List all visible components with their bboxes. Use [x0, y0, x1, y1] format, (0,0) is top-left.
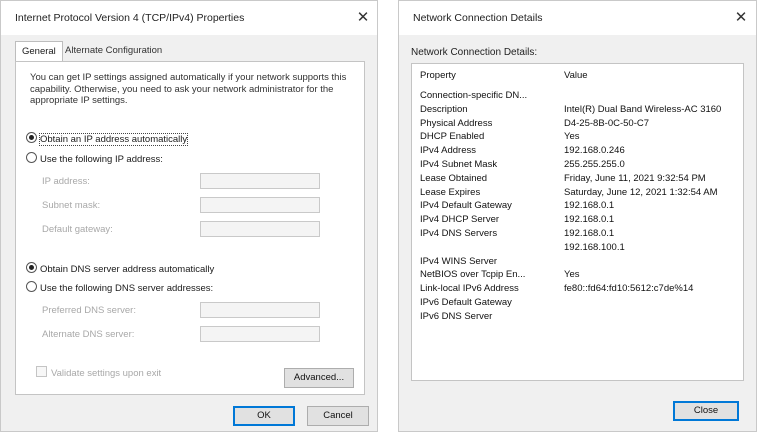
ipv4-properties-dialog: Internet Protocol Version 4 (TCP/IPv4) P… — [0, 0, 378, 432]
use-following-dns-radio[interactable]: Use the following DNS server addresses: — [26, 281, 213, 295]
property-cell: IPv4 Address — [420, 145, 476, 157]
radio-selected-icon — [26, 262, 37, 273]
property-cell: IPv4 Subnet Mask — [420, 159, 498, 170]
radio-label: Use the following DNS server addresses: — [40, 283, 214, 294]
property-cell: Description — [420, 103, 468, 115]
description-text: You can get IP settings assigned automat… — [30, 72, 347, 106]
obtain-ip-automatically-radio[interactable]: Obtain an IP address automatically — [26, 132, 189, 146]
value-column-header: Value — [564, 70, 588, 81]
property-cell: IPv6 DNS Server — [420, 310, 493, 322]
tab-general[interactable]: General — [15, 41, 63, 62]
radio-empty-icon — [26, 152, 37, 163]
alternate-dns-label: Alternate DNS server: — [42, 329, 135, 340]
close-button[interactable]: Close — [673, 401, 739, 421]
value-cell: 192.168.0.246 — [564, 145, 625, 157]
validate-settings-checkbox[interactable]: Validate settings upon exit — [36, 366, 161, 379]
title-bar: Internet Protocol Version 4 (TCP/IPv4) P… — [1, 1, 377, 35]
obtain-dns-automatically-radio[interactable]: Obtain DNS server address automatically — [26, 262, 214, 276]
advanced-button[interactable]: Advanced... — [284, 368, 354, 388]
property-cell: IPv4 Default Gateway — [420, 200, 512, 212]
network-connection-details-dialog: Network Connection Details ✕ Network Con… — [398, 0, 757, 432]
close-icon[interactable]: ✕ — [351, 7, 375, 29]
value-cell: 192.168.0.1 — [564, 200, 615, 212]
preferred-dns-label: Preferred DNS server: — [42, 305, 136, 316]
preferred-dns-field[interactable] — [200, 302, 320, 318]
property-cell: Link-local IPv6 Address — [420, 283, 519, 295]
use-following-ip-radio[interactable]: Use the following IP address: — [26, 152, 163, 166]
cancel-button[interactable]: Cancel — [307, 406, 369, 426]
general-tab-panel: You can get IP settings assigned automat… — [15, 61, 365, 395]
radio-selected-icon — [26, 132, 37, 143]
dialog-title: Network Connection Details — [413, 12, 543, 24]
dialog-title: Internet Protocol Version 4 (TCP/IPv4) P… — [15, 12, 245, 24]
property-cell: IPv4 WINS Server — [420, 255, 498, 267]
value-cell: Intel(R) Dual Band Wireless-AC 3160 — [564, 103, 722, 115]
property-cell: Physical Address — [420, 117, 493, 129]
property-cell: Connection-specific DN... — [420, 90, 528, 101]
ok-button[interactable]: OK — [233, 406, 295, 426]
default-gateway-label: Default gateway: — [42, 224, 113, 235]
ip-address-label: IP address: — [42, 176, 90, 187]
subnet-mask-label: Subnet mask: — [42, 200, 101, 211]
tab-alternate-configuration[interactable]: Alternate Configuration — [59, 41, 168, 61]
value-cell: fe80::fd64:fd10:5612:c7de%14 — [564, 283, 694, 295]
value-cell: 192.168.0.1 — [564, 214, 615, 226]
details-list[interactable]: Property Value Connection-specific DN...… — [411, 63, 744, 381]
value-cell: Yes — [564, 269, 580, 281]
subnet-mask-field[interactable] — [200, 197, 320, 213]
value-cell: Yes — [564, 131, 580, 143]
checkbox-icon — [36, 366, 47, 377]
property-cell: IPv4 DHCP Server — [420, 214, 500, 226]
ip-address-field[interactable] — [200, 173, 320, 189]
property-cell: IPv4 DNS Servers — [420, 228, 498, 239]
value-cell: 192.168.100.1 — [564, 241, 625, 253]
radio-label: Obtain an IP address automatically — [38, 133, 189, 146]
property-cell: IPv6 Default Gateway — [420, 297, 512, 308]
details-group-title: Network Connection Details: — [411, 47, 538, 58]
radio-empty-icon — [26, 281, 37, 292]
property-cell: NetBIOS over Tcpip En... — [420, 269, 526, 281]
property-cell: Lease Expires — [420, 186, 481, 198]
title-bar: Network Connection Details ✕ — [399, 1, 756, 35]
radio-label: Use the following IP address: — [40, 154, 163, 165]
close-icon[interactable]: ✕ — [729, 7, 753, 29]
property-column-header: Property — [420, 70, 456, 81]
default-gateway-field[interactable] — [200, 221, 320, 237]
radio-label: Obtain DNS server address automatically — [40, 264, 215, 275]
property-cell: DHCP Enabled — [420, 131, 485, 143]
value-cell: Saturday, June 12, 2021 1:32:54 AM — [564, 186, 718, 198]
value-cell: 192.168.0.1 — [564, 228, 615, 239]
value-cell: D4-25-8B-0C-50-C7 — [564, 117, 650, 129]
alternate-dns-field[interactable] — [200, 326, 320, 342]
property-cell: Lease Obtained — [420, 172, 488, 184]
value-cell: Friday, June 11, 2021 9:32:54 PM — [564, 172, 706, 184]
value-cell: 255.255.255.0 — [564, 159, 625, 170]
checkbox-label: Validate settings upon exit — [51, 368, 162, 379]
